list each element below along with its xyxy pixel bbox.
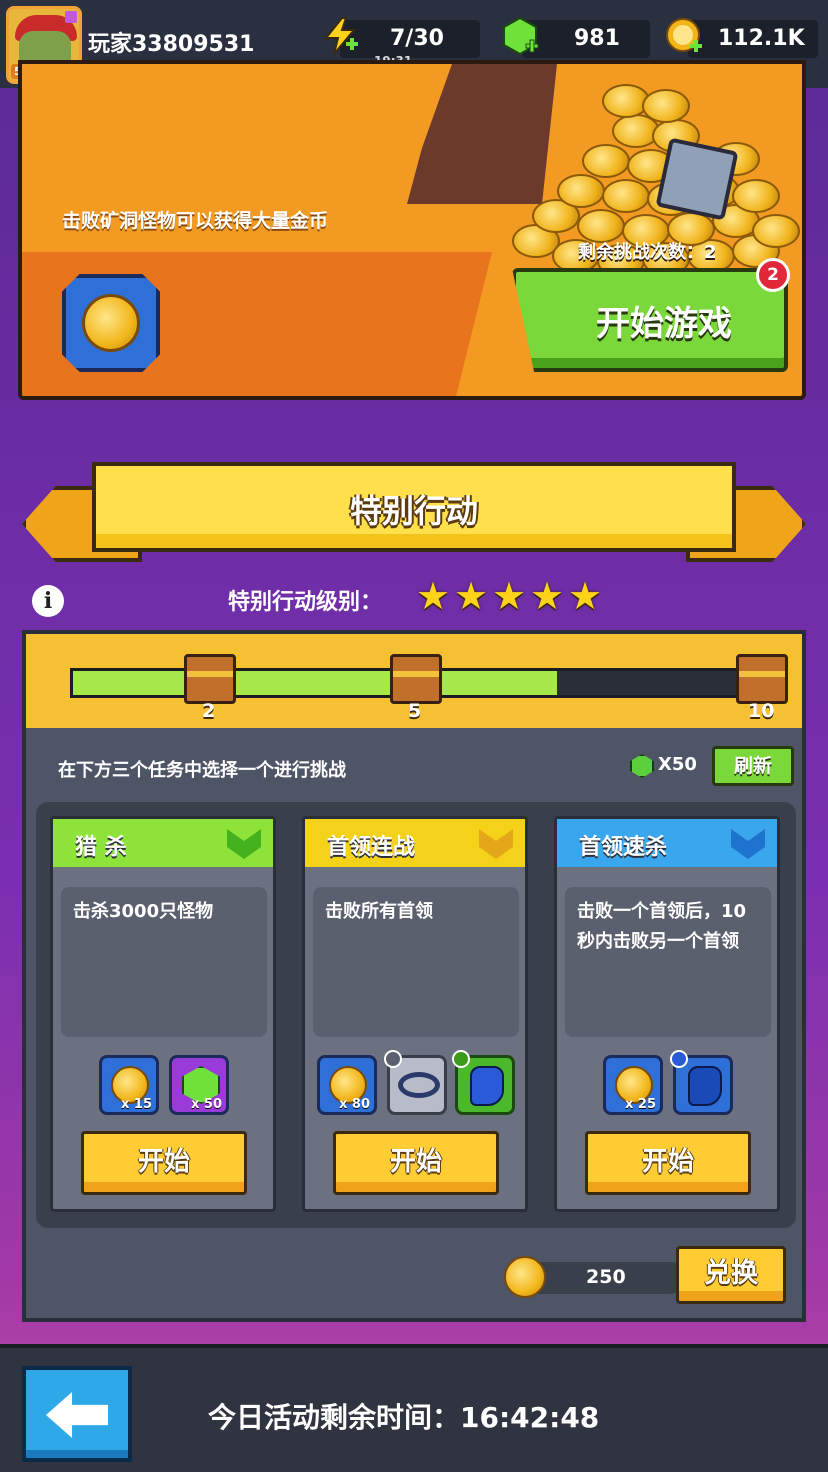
- energy-counter[interactable]: 7/30 19:31: [340, 20, 480, 68]
- gem-icon: [630, 754, 654, 778]
- coin-icon: [82, 294, 140, 352]
- star-icon: ★: [416, 574, 451, 618]
- milestone-chest-1[interactable]: [184, 654, 236, 704]
- wing-emblem-icon: [731, 829, 765, 859]
- cube-emblem-icon: [479, 829, 513, 859]
- task-card-hunt: 猎 杀 击杀3000只怪物 x 15 x 50 开始: [50, 816, 276, 1212]
- task-description: 击败一个首领后，10秒内击败另一个首领: [565, 887, 771, 1037]
- back-button[interactable]: [22, 1366, 132, 1462]
- gold-coin-icon: [602, 179, 650, 213]
- milestone-progress-area: 2 5 10: [26, 634, 802, 728]
- item-type-badge: [384, 1050, 402, 1068]
- task-header: 首领连战: [305, 819, 525, 867]
- milestone-chest-3[interactable]: [736, 654, 788, 704]
- reward-glove-blue[interactable]: [670, 1050, 733, 1115]
- gold-coin-icon: [557, 174, 605, 208]
- milestone-label-1: 2: [202, 700, 216, 722]
- player-name: 玩家33809531: [88, 32, 255, 57]
- reward-coin-token[interactable]: x 25: [603, 1055, 663, 1115]
- task-description: 击败所有首领: [313, 887, 519, 1037]
- start-task-button[interactable]: 开始: [81, 1131, 247, 1195]
- mine-event-banner: 击败矿洞怪物可以获得大量金币 剩余挑战次数：2 开始游戏: [18, 60, 806, 400]
- glove-icon: [470, 1066, 504, 1106]
- reward-quantity: x 25: [624, 1097, 656, 1112]
- gold-counter[interactable]: 112.1K: [688, 20, 818, 58]
- reward-belt[interactable]: [384, 1050, 447, 1115]
- star-icon: ★: [492, 574, 527, 618]
- gem-value: 981: [574, 26, 620, 51]
- shovel-illustration: [655, 137, 739, 221]
- bottom-bar: 今日活动剩余时间：16:42:48: [0, 1344, 828, 1472]
- start-task-button[interactable]: 开始: [333, 1131, 499, 1195]
- coin-token-icon: [504, 1256, 546, 1298]
- start-game-button[interactable]: 开始游戏: [512, 268, 788, 372]
- item-type-badge: [452, 1050, 470, 1068]
- reward-quantity: x 50: [190, 1097, 222, 1112]
- special-operation-title: 特别行动: [349, 492, 478, 530]
- exchange-button[interactable]: 兑换: [676, 1246, 786, 1304]
- info-icon[interactable]: i: [32, 585, 64, 617]
- start-game-label: 开始游戏: [596, 304, 732, 344]
- notification-badge: 2: [756, 258, 790, 292]
- task-description: 击杀3000只怪物: [61, 887, 267, 1037]
- task-card-boss-rush: 首领连战 击败所有首领 x 80 开始: [302, 816, 528, 1212]
- coin-reward-icon[interactable]: [62, 274, 160, 372]
- energy-value: 7/30: [390, 26, 444, 51]
- task-title: 首领速杀: [579, 835, 668, 860]
- reward-quantity: x 15: [120, 1097, 152, 1112]
- reward-glove-green[interactable]: [452, 1050, 515, 1115]
- special-operation-panel: 2 5 10 在下方三个任务中选择一个进行挑战 X50 刷新 猎 杀 击杀300…: [22, 630, 806, 1322]
- star-icon: ★: [454, 574, 489, 618]
- avatar-corner-badge: [65, 11, 77, 23]
- reward-quantity: x 80: [338, 1097, 370, 1112]
- gold-coin-icon: [582, 144, 630, 178]
- belt-icon: [398, 1072, 440, 1098]
- task-card-boss-speedkill: 首领速杀 击败一个首领后，10秒内击败另一个首领 x 25 开始: [554, 816, 780, 1212]
- milestone-label-2: 5: [408, 700, 422, 722]
- task-title: 猎 杀: [75, 835, 127, 860]
- banner-description: 击败矿洞怪物可以获得大量金币: [62, 210, 329, 232]
- milestone-chest-2[interactable]: [390, 654, 442, 704]
- gold-coin-icon: [666, 18, 702, 52]
- task-list: 猎 杀 击杀3000只怪物 x 15 x 50 开始 首领连战 击败所有首领 x…: [36, 802, 796, 1228]
- task-header: 猎 杀: [53, 819, 273, 867]
- remaining-attempts: 剩余挑战次数：2: [578, 242, 717, 263]
- task-title: 首领连战: [327, 835, 416, 860]
- task-instruction: 在下方三个任务中选择一个进行挑战: [58, 760, 346, 781]
- reward-coin-token[interactable]: x 15: [99, 1055, 159, 1115]
- milestone-label-3: 10: [748, 700, 775, 722]
- refresh-cost: X50: [658, 754, 697, 775]
- gold-coin-icon: [732, 179, 780, 213]
- operation-level-label: 特别行动级别：: [228, 590, 383, 615]
- gem-counter[interactable]: 981: [522, 20, 650, 58]
- back-arrow-icon: [46, 1392, 108, 1438]
- progress-fill: [73, 671, 558, 695]
- task-header: 首领速杀: [557, 819, 777, 867]
- gold-coin-icon: [752, 214, 800, 248]
- gold-coin-icon: [642, 89, 690, 123]
- reward-gem[interactable]: x 50: [169, 1055, 229, 1115]
- start-task-button[interactable]: 开始: [585, 1131, 751, 1195]
- lightning-icon: [323, 17, 358, 55]
- coin-pile-illustration: [502, 74, 802, 299]
- star-icon: ★: [530, 574, 565, 618]
- star-icon: ★: [568, 574, 603, 618]
- chevron-emblem-icon: [227, 829, 261, 859]
- event-remaining-time: 今日活动剩余时间：16:42:48: [208, 1401, 600, 1434]
- refresh-button[interactable]: 刷新: [712, 746, 794, 786]
- gold-value: 112.1K: [718, 26, 805, 51]
- gem-icon: [503, 16, 539, 56]
- special-operation-ribbon: 特别行动: [92, 462, 736, 552]
- item-type-badge: [670, 1050, 688, 1068]
- reward-coin-token[interactable]: x 80: [317, 1055, 377, 1115]
- token-balance: 250: [586, 1266, 626, 1288]
- glove-icon: [688, 1066, 722, 1106]
